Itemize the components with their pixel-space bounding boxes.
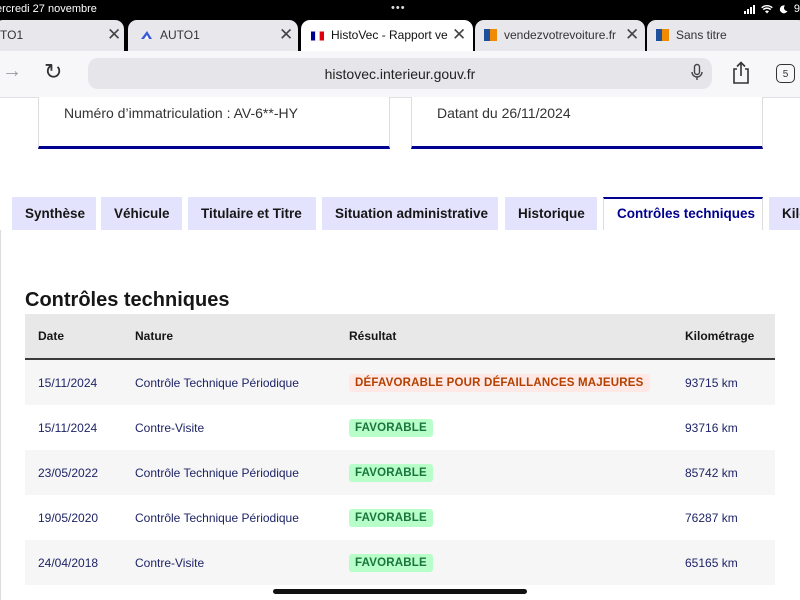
- close-tab-icon[interactable]: ✕: [107, 25, 121, 45]
- result-badge-favorable: FAVORABLE: [349, 418, 433, 437]
- wifi-icon: [761, 4, 773, 13]
- technical-inspections-table: Date Nature Résultat Kilométrage 15/11/2…: [25, 314, 775, 585]
- focus-moon-icon: [779, 4, 788, 13]
- cell-mileage: 65165 km: [672, 540, 775, 585]
- status-bar: ercredi 27 novembre ••• 9: [0, 0, 800, 20]
- column-header-nature: Nature: [122, 314, 336, 360]
- orange-blue-favicon-icon: [656, 29, 669, 41]
- cell-date: 15/11/2024: [25, 405, 122, 450]
- cell-nature: Contre-Visite: [122, 540, 336, 585]
- browser-tab-sans-titre[interactable]: Sans titre: [647, 20, 800, 51]
- close-tab-icon[interactable]: ✕: [279, 25, 293, 45]
- report-date: Datant du 26/11/2024: [437, 105, 571, 121]
- cell-result: FAVORABLE: [336, 450, 672, 495]
- cell-date: 19/05/2020: [25, 495, 122, 540]
- table-row: 15/11/2024 Contrôle Technique Périodique…: [25, 359, 775, 405]
- cell-result: FAVORABLE: [336, 405, 672, 450]
- result-badge-favorable: FAVORABLE: [349, 463, 433, 482]
- browser-tab-histovec[interactable]: HistoVec - Rapport ve ✕: [301, 20, 473, 51]
- registration-number: Numéro d’immatriculation : AV-6**-HY: [64, 105, 298, 121]
- browser-tab-label: AUTO1: [160, 28, 200, 42]
- column-header-date: Date: [25, 314, 122, 360]
- browser-tab-vendezvotrevoiture[interactable]: vendezvotrevoiture.fr ✕: [475, 20, 645, 51]
- browser-tab-to1[interactable]: TO1 ✕: [0, 20, 124, 51]
- cell-nature: Contrôle Technique Périodique: [122, 450, 336, 495]
- tab-vehicule[interactable]: Véhicule: [101, 197, 182, 230]
- forward-arrow-icon[interactable]: →: [2, 60, 22, 83]
- tab-controles-techniques[interactable]: Contrôles techniques: [603, 197, 763, 231]
- column-header-mileage: Kilométrage: [672, 314, 775, 360]
- browser-tab-label: HistoVec - Rapport ve: [331, 28, 448, 42]
- cell-result: FAVORABLE: [336, 540, 672, 585]
- table-row: 15/11/2024 Contre-Visite FAVORABLE 93716…: [25, 405, 775, 450]
- report-date-card: Datant du 26/11/2024: [411, 97, 763, 149]
- table-row: 24/04/2018 Contre-Visite FAVORABLE 65165…: [25, 540, 775, 585]
- auto1-favicon-icon: [141, 31, 152, 39]
- result-badge-unfavorable: DÉFAVORABLE POUR DÉFAILLANCES MAJEURES: [349, 373, 650, 392]
- registration-card: Numéro d’immatriculation : AV-6**-HY: [38, 97, 390, 149]
- cell-mileage: 93715 km: [672, 359, 775, 405]
- french-flag-icon: [311, 31, 324, 41]
- tab-synthese[interactable]: Synthèse: [12, 197, 96, 230]
- browser-tab-label: Sans titre: [676, 28, 727, 42]
- share-icon[interactable]: [731, 61, 751, 85]
- microphone-icon[interactable]: [691, 63, 703, 83]
- cell-result: DÉFAVORABLE POUR DÉFAILLANCES MAJEURES: [336, 359, 672, 405]
- report-tabs: Synthèse Véhicule Titulaire et Titre Sit…: [0, 197, 800, 231]
- multitasking-dots-icon[interactable]: •••: [391, 2, 406, 14]
- browser-toolbar: → ↻ histovec.interieur.gouv.fr 5: [0, 51, 800, 98]
- browser-tab-label: TO1: [0, 28, 24, 42]
- browser-tab-bar: TO1 ✕ AUTO1 ✕ HistoVec - Rapport ve ✕ ve…: [0, 20, 800, 51]
- cell-mileage: 93716 km: [672, 405, 775, 450]
- cell-result: FAVORABLE: [336, 495, 672, 540]
- browser-tab-label: vendezvotrevoiture.fr: [504, 28, 617, 42]
- result-badge-favorable: FAVORABLE: [349, 508, 433, 527]
- cell-date: 24/04/2018: [25, 540, 122, 585]
- tab-overview-button[interactable]: 5: [776, 64, 795, 83]
- status-date: ercredi 27 novembre: [0, 3, 97, 15]
- tab-situation-administrative[interactable]: Situation administrative: [322, 197, 498, 230]
- url-text[interactable]: histovec.interieur.gouv.fr: [88, 66, 712, 82]
- browser-tab-auto1[interactable]: AUTO1 ✕: [128, 20, 298, 51]
- table-header-row: Date Nature Résultat Kilométrage: [25, 314, 775, 360]
- reload-icon[interactable]: ↻: [44, 59, 62, 85]
- cell-mileage: 85742 km: [672, 450, 775, 495]
- close-tab-icon[interactable]: ✕: [452, 25, 466, 45]
- table-row: 23/05/2022 Contrôle Technique Périodique…: [25, 450, 775, 495]
- cell-nature: Contrôle Technique Périodique: [122, 495, 336, 540]
- cell-nature: Contrôle Technique Périodique: [122, 359, 336, 405]
- home-indicator[interactable]: [273, 589, 527, 594]
- column-header-result: Résultat: [336, 314, 672, 360]
- status-indicators: 9: [743, 3, 800, 15]
- result-badge-favorable: FAVORABLE: [349, 553, 433, 572]
- cell-nature: Contre-Visite: [122, 405, 336, 450]
- address-bar[interactable]: histovec.interieur.gouv.fr: [88, 58, 712, 89]
- close-tab-icon[interactable]: ✕: [625, 25, 639, 45]
- section-title: Contrôles techniques: [25, 289, 230, 311]
- cellular-signal-icon: [743, 4, 755, 14]
- orange-blue-favicon-icon: [484, 29, 497, 41]
- tab-kilometrage[interactable]: Kilo: [769, 197, 800, 230]
- table-row: 19/05/2020 Contrôle Technique Périodique…: [25, 495, 775, 540]
- battery-percent: 9: [793, 3, 800, 15]
- cell-date: 23/05/2022: [25, 450, 122, 495]
- tab-historique[interactable]: Historique: [505, 197, 597, 230]
- cell-mileage: 76287 km: [672, 495, 775, 540]
- cell-date: 15/11/2024: [25, 359, 122, 405]
- tab-titulaire-et-titre[interactable]: Titulaire et Titre: [188, 197, 316, 230]
